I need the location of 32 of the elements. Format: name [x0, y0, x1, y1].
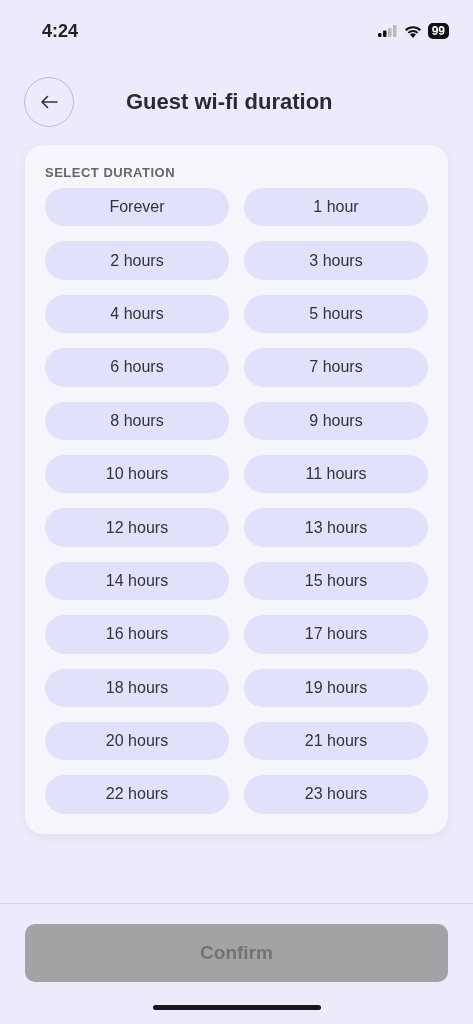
- duration-option[interactable]: 17 hours: [244, 615, 428, 654]
- duration-option[interactable]: 11 hours: [244, 454, 428, 494]
- page-title: Guest wi-fi duration: [126, 89, 333, 115]
- duration-option[interactable]: 13 hours: [244, 508, 428, 547]
- back-button[interactable]: [24, 77, 74, 127]
- duration-option[interactable]: 21 hours: [244, 721, 428, 761]
- duration-option[interactable]: 14 hours: [45, 561, 229, 601]
- duration-option[interactable]: 19 hours: [244, 668, 428, 707]
- section-label: SELECT DURATION: [45, 165, 177, 180]
- battery-level: 99: [427, 23, 449, 39]
- duration-option[interactable]: 5 hours: [244, 294, 428, 334]
- duration-option[interactable]: 4 hours: [45, 294, 229, 334]
- duration-option[interactable]: 7 hours: [244, 348, 428, 387]
- duration-option[interactable]: Forever: [45, 188, 229, 227]
- duration-option[interactable]: 20 hours: [45, 721, 229, 761]
- duration-option[interactable]: 9 hours: [244, 401, 428, 440]
- duration-option[interactable]: 2 hours: [45, 241, 229, 280]
- duration-option[interactable]: 18 hours: [45, 668, 229, 707]
- back-arrow-icon: [40, 95, 58, 109]
- duration-option[interactable]: 10 hours: [45, 454, 229, 494]
- duration-option[interactable]: 8 hours: [45, 401, 229, 440]
- duration-option[interactable]: 16 hours: [45, 615, 229, 654]
- status-time: 4:24: [42, 20, 79, 42]
- signal-icon: [377, 25, 398, 37]
- duration-option[interactable]: 12 hours: [45, 508, 229, 547]
- duration-option[interactable]: 22 hours: [45, 775, 229, 814]
- duration-option[interactable]: 3 hours: [244, 241, 428, 280]
- duration-option[interactable]: 23 hours: [244, 775, 428, 814]
- duration-option[interactable]: 15 hours: [244, 561, 428, 601]
- duration-option[interactable]: 6 hours: [45, 348, 229, 387]
- wifi-icon: [403, 24, 422, 38]
- duration-option[interactable]: 1 hour: [244, 188, 428, 227]
